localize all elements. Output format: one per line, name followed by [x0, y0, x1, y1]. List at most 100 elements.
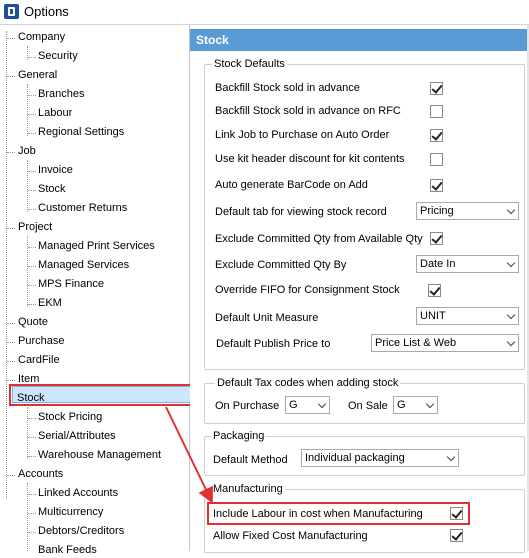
default-tab-value: Pricing: [420, 205, 454, 217]
tree-dash: [7, 380, 15, 381]
tree-dash: [7, 152, 15, 153]
panel-title: Stock: [196, 33, 229, 47]
tree-item-linked-accounts[interactable]: Linked Accounts: [38, 486, 118, 501]
tree-dash: [28, 133, 36, 134]
tree-item-security[interactable]: Security: [38, 49, 78, 64]
on-sale-select[interactable]: G: [393, 396, 438, 414]
tree-dash: [28, 247, 36, 248]
tree-dash: [7, 228, 15, 229]
tree-dash: [28, 171, 36, 172]
exclude-by-label: Exclude Committed Qty By: [215, 259, 347, 271]
tree-item-managed-print-services[interactable]: Managed Print Services: [38, 239, 155, 254]
chevron-down-icon: [506, 310, 516, 320]
tree-dash: [7, 38, 15, 39]
tree-dash: [28, 285, 36, 286]
tree-dash: [7, 361, 15, 362]
override-fifo-label: Override FIFO for Consignment Stock: [215, 284, 400, 296]
tree-guide-line: [27, 407, 28, 459]
packaging-title: Packaging: [211, 430, 267, 442]
tree-dash: [7, 342, 15, 343]
chevron-down-icon: [506, 205, 516, 215]
link-job-checkbox[interactable]: [430, 129, 443, 142]
tree-stock-callout-box: [9, 384, 193, 406]
tree-dash: [7, 323, 15, 324]
on-sale-label: On Sale: [348, 400, 388, 412]
on-sale-value: G: [397, 399, 406, 411]
default-publish-label: Default Publish Price to: [216, 338, 331, 350]
exclude-committed-checkbox[interactable]: [430, 232, 443, 245]
tree-dash: [28, 190, 36, 191]
exclude-by-value: Date In: [420, 258, 456, 270]
tree-item-warehouse-management[interactable]: Warehouse Management: [38, 448, 161, 463]
tree-dash: [28, 266, 36, 267]
tree-item-job-stock[interactable]: Stock: [38, 182, 66, 197]
tree-dash: [28, 95, 36, 96]
default-publish-select[interactable]: Price List & Web: [371, 334, 519, 352]
exclude-by-select[interactable]: Date In: [416, 255, 519, 273]
tree-item-accounts[interactable]: Accounts: [18, 467, 63, 482]
tree-item-customer-returns[interactable]: Customer Returns: [38, 201, 127, 216]
tree-item-invoice[interactable]: Invoice: [38, 163, 73, 178]
default-unit-select[interactable]: UNIT: [416, 307, 519, 325]
chevron-down-icon: [425, 399, 435, 409]
chevron-down-icon: [317, 399, 327, 409]
tree-item-mps-finance[interactable]: MPS Finance: [38, 277, 104, 292]
chevron-down-icon: [506, 337, 516, 347]
window-title: Options: [24, 4, 69, 19]
tree-dash: [28, 209, 36, 210]
tree-guide-line: [27, 160, 28, 212]
app-icon: [4, 4, 19, 19]
tree-dash: [28, 532, 36, 533]
backfill-advance-label: Backfill Stock sold in advance: [215, 82, 360, 94]
tree-item-labour[interactable]: Labour: [38, 106, 72, 121]
backfill-advance-checkbox[interactable]: [430, 82, 443, 95]
tree-dash: [7, 76, 15, 77]
tree-dash: [28, 57, 36, 58]
tree-dash: [28, 304, 36, 305]
tree-dash: [28, 456, 36, 457]
tree-dash: [7, 475, 15, 476]
tree-item-managed-services[interactable]: Managed Services: [38, 258, 129, 273]
on-purchase-select[interactable]: G: [285, 396, 330, 414]
chevron-down-icon: [446, 452, 456, 462]
tree-item-purchase[interactable]: Purchase: [18, 334, 64, 349]
default-method-select[interactable]: Individual packaging: [301, 449, 459, 467]
backfill-rfc-checkbox[interactable]: [430, 105, 443, 118]
auto-barcode-label: Auto generate BarCode on Add: [215, 179, 368, 191]
title-bar: [0, 0, 529, 25]
tree-item-regional-settings[interactable]: Regional Settings: [38, 125, 124, 140]
tree-dash: [28, 114, 36, 115]
tree-guide-line: [27, 84, 28, 136]
auto-barcode-checkbox[interactable]: [430, 179, 443, 192]
kit-header-checkbox[interactable]: [430, 153, 443, 166]
default-tab-select[interactable]: Pricing: [416, 202, 519, 220]
tree-item-branches[interactable]: Branches: [38, 87, 84, 102]
default-unit-value: UNIT: [420, 310, 446, 322]
tree-item-multicurrency[interactable]: Multicurrency: [38, 505, 103, 520]
allow-fixed-checkbox[interactable]: [450, 529, 463, 542]
tree-item-ekm[interactable]: EKM: [38, 296, 62, 311]
link-job-label: Link Job to Purchase on Auto Order: [215, 129, 390, 141]
chevron-down-icon: [506, 258, 516, 268]
manufacturing-title: Manufacturing: [211, 483, 285, 495]
tree-item-debtors-creditors[interactable]: Debtors/Creditors: [38, 524, 124, 539]
tree-item-company[interactable]: Company: [18, 30, 65, 45]
tree-dash: [28, 437, 36, 438]
tree-dash: [28, 494, 36, 495]
kit-header-label: Use kit header discount for kit contents: [215, 153, 405, 165]
tree-item-job[interactable]: Job: [18, 144, 36, 159]
on-purchase-label: On Purchase: [215, 400, 280, 412]
tree-item-general[interactable]: General: [18, 68, 57, 83]
override-fifo-checkbox[interactable]: [428, 284, 441, 297]
stock-defaults-title: Stock Defaults: [212, 58, 287, 70]
default-method-label: Default Method: [213, 454, 288, 466]
tree-item-quote[interactable]: Quote: [18, 315, 48, 330]
tree-item-cardfile[interactable]: CardFile: [18, 353, 60, 368]
default-tab-label: Default tab for viewing stock record: [215, 206, 387, 218]
tree-item-project[interactable]: Project: [18, 220, 52, 235]
tax-codes-title: Default Tax codes when adding stock: [215, 377, 401, 389]
tree-item-serial-attributes[interactable]: Serial/Attributes: [38, 429, 116, 444]
default-method-value: Individual packaging: [305, 452, 405, 464]
tree-item-stock-pricing[interactable]: Stock Pricing: [38, 410, 102, 425]
exclude-committed-label: Exclude Committed Qty from Available Qty: [215, 233, 423, 245]
